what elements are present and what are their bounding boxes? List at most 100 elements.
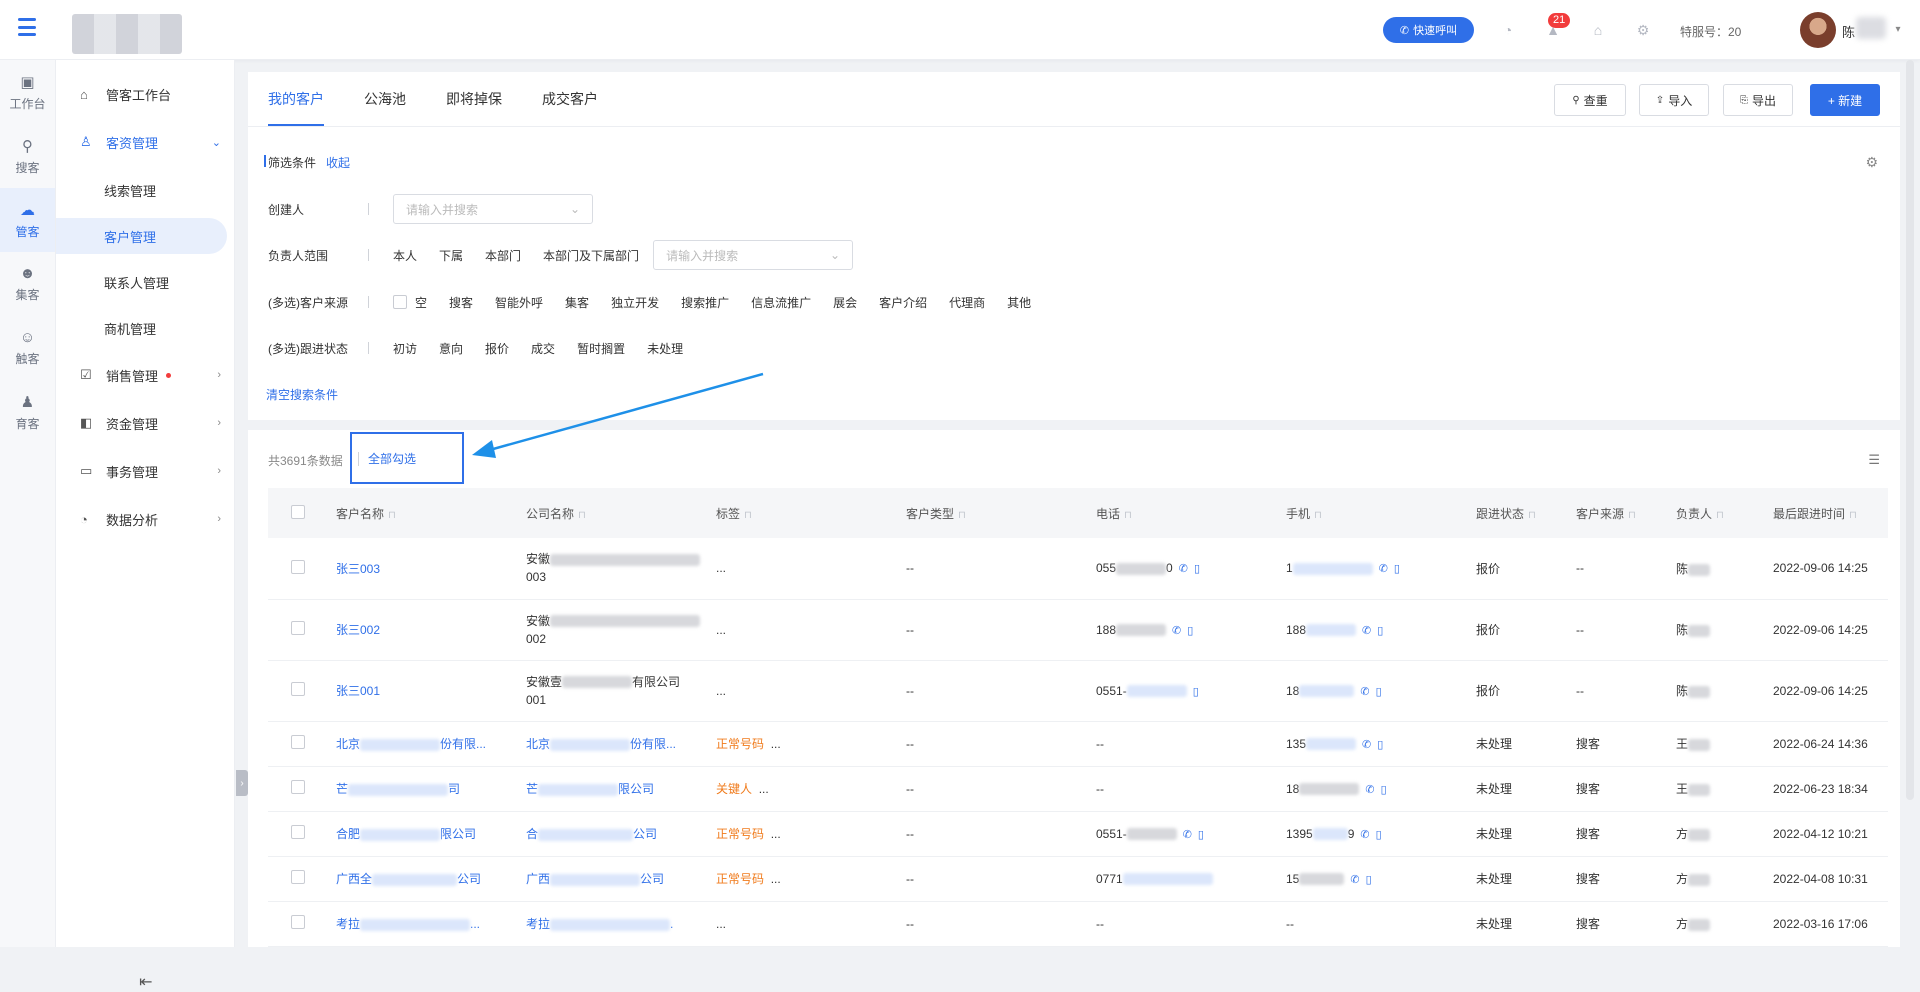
column-header[interactable]: 最后跟进时间 ⊓ bbox=[1765, 488, 1888, 538]
select-all-checkbox[interactable] bbox=[291, 504, 305, 519]
chevron-down-icon[interactable]: ▾ bbox=[1890, 22, 1906, 38]
source-option[interactable]: 代理商 bbox=[949, 294, 985, 311]
mobile-icon[interactable]: ▯ bbox=[1376, 686, 1382, 698]
owner-option[interactable]: 本人 bbox=[393, 247, 417, 264]
table-row[interactable]: 合肥 限公司 合公司 正常号码 ... -- 0551- ✆ ▯ 1395 9 ✆ ▯ 未处… bbox=[268, 811, 1888, 857]
gear-icon[interactable]: ⚙ bbox=[1865, 154, 1878, 171]
customer-name-link[interactable]: 张三001 bbox=[328, 660, 518, 722]
status-option[interactable]: 初访 bbox=[393, 340, 417, 357]
source-option[interactable]: 其他 bbox=[1007, 294, 1031, 311]
customer-name-link[interactable]: 张三003 bbox=[328, 538, 518, 600]
column-header[interactable]: 电话 ⊓ bbox=[1088, 488, 1278, 538]
vertical-scrollbar[interactable] bbox=[1906, 60, 1914, 800]
sidebar-item-leads[interactable]: 线索管理 bbox=[56, 172, 235, 208]
owner-select[interactable]: 请输入并搜索 ⌄ bbox=[653, 240, 854, 270]
source-option[interactable]: 搜索推广 bbox=[681, 294, 729, 311]
table-row[interactable]: 北京 份有限... 北京 份有限... 正常号码 ... -- -- 135 ✆ ▯ 未… bbox=[268, 721, 1888, 767]
mobile-icon[interactable]: ▯ bbox=[1194, 563, 1200, 575]
owner-option[interactable]: 本部门 bbox=[485, 247, 521, 264]
phone-icon[interactable]: ✆ bbox=[1360, 686, 1369, 698]
mobile-icon[interactable]: ▯ bbox=[1381, 784, 1387, 796]
column-header[interactable]: 标签 ⊓ bbox=[708, 488, 898, 538]
creator-select[interactable]: 请输入并搜索 ⌄ bbox=[393, 194, 593, 224]
phone-icon[interactable]: ✆ bbox=[1362, 739, 1371, 751]
user-name[interactable]: 陈 bbox=[1842, 22, 1855, 41]
phone-icon[interactable]: ✆ bbox=[1362, 625, 1371, 637]
hamburger-menu-icon[interactable] bbox=[18, 18, 36, 36]
rail-item-search-customer[interactable]: ⚲ 搜客 bbox=[0, 124, 55, 188]
mobile-icon[interactable]: ▯ bbox=[1377, 625, 1383, 637]
rail-item-manage-customer[interactable]: ☁ 管客 bbox=[0, 188, 55, 252]
customer-name-link[interactable]: 芒司 bbox=[328, 766, 518, 812]
status-option[interactable]: 意向 bbox=[439, 340, 463, 357]
export-button[interactable]: ⎘ 导出 bbox=[1723, 84, 1793, 116]
phone-icon[interactable]: ✆ bbox=[1183, 829, 1192, 841]
sidebar-toggle-handle[interactable]: › bbox=[236, 770, 248, 796]
rail-item-reach-customer[interactable]: ☺ 触客 bbox=[0, 316, 55, 380]
owner-option[interactable]: 下属 bbox=[439, 247, 463, 264]
row-checkbox[interactable] bbox=[291, 682, 305, 696]
source-option[interactable]: 智能外呼 bbox=[495, 294, 543, 311]
mobile-icon[interactable]: ▯ bbox=[1376, 829, 1382, 841]
rail-item-gather-customer[interactable]: ☻ 集客 bbox=[0, 252, 55, 316]
dedupe-button[interactable]: ⚲ 查重 bbox=[1554, 84, 1626, 116]
mobile-icon[interactable]: ▯ bbox=[1198, 829, 1204, 841]
sidebar-item-contacts[interactable]: 联系人管理 bbox=[56, 264, 235, 300]
company-name-link[interactable]: 考拉. bbox=[518, 901, 708, 947]
row-checkbox[interactable] bbox=[291, 870, 305, 884]
sidebar-item-customer-mgmt[interactable]: ♙ 客资管理 ⌄ bbox=[56, 124, 235, 160]
mobile-icon[interactable]: ▯ bbox=[1377, 739, 1383, 751]
table-row[interactable]: 芒司 芒限公司 关键人 ... -- -- 18 ✆ ▯ 未处理 搜客 王 2022… bbox=[268, 766, 1888, 812]
source-option[interactable]: 客户介绍 bbox=[879, 294, 927, 311]
collapse-link[interactable]: 收起 bbox=[326, 154, 350, 171]
home-icon[interactable]: ⌂ bbox=[1590, 22, 1606, 38]
create-button[interactable]: + 新建 bbox=[1810, 84, 1880, 116]
status-option[interactable]: 成交 bbox=[531, 340, 555, 357]
sidebar-item-customers[interactable]: 客户管理 bbox=[56, 218, 227, 254]
customer-name-link[interactable]: 张三002 bbox=[328, 599, 518, 661]
customer-name-link[interactable]: 合肥 限公司 bbox=[328, 811, 518, 857]
row-checkbox[interactable] bbox=[291, 735, 305, 749]
source-option[interactable]: 展会 bbox=[833, 294, 857, 311]
source-option[interactable]: 搜客 bbox=[449, 294, 473, 311]
phone-icon[interactable]: ✆ bbox=[1365, 784, 1374, 796]
headset-icon[interactable]: ◔ bbox=[1500, 22, 1516, 38]
sidebar-item-sales[interactable]: ☑ 销售管理 › bbox=[56, 357, 235, 393]
phone-icon[interactable]: ✆ bbox=[1172, 625, 1181, 637]
owner-option[interactable]: 本部门及下属部门 bbox=[543, 247, 639, 264]
mobile-icon[interactable]: ▯ bbox=[1366, 874, 1372, 886]
table-row[interactable]: 考拉... 考拉. ... -- -- -- 未处理 搜客 方 2022-03-… bbox=[268, 901, 1888, 947]
row-checkbox[interactable] bbox=[291, 780, 305, 794]
tab-my-customers[interactable]: 我的客户 bbox=[268, 72, 324, 126]
source-option[interactable]: 独立开发 bbox=[611, 294, 659, 311]
row-checkbox[interactable] bbox=[291, 559, 305, 574]
company-name-link[interactable]: 广西 公司 bbox=[518, 856, 708, 902]
phone-icon[interactable]: ✆ bbox=[1179, 563, 1188, 575]
customer-name-link[interactable]: 北京 份有限... bbox=[328, 721, 518, 767]
row-checkbox[interactable] bbox=[291, 621, 305, 635]
sidebar-item-analytics[interactable]: ◔ 数据分析 › bbox=[56, 501, 235, 537]
tab-closed-customers[interactable]: 成交客户 bbox=[542, 72, 598, 126]
column-header[interactable]: 手机 ⊓ bbox=[1278, 488, 1468, 538]
sidebar-item-opportunities[interactable]: 商机管理 bbox=[56, 310, 235, 346]
import-button[interactable]: ⇪ 导入 bbox=[1639, 84, 1709, 116]
sidebar-item-workbench[interactable]: ⌂ 管客工作台 bbox=[56, 76, 235, 112]
status-option[interactable]: 未处理 bbox=[647, 340, 683, 357]
rail-item-workbench[interactable]: ▣ 工作台 bbox=[0, 60, 55, 124]
status-option[interactable]: 报价 bbox=[485, 340, 509, 357]
rail-item-nurture-customer[interactable]: ♟ 育客 bbox=[0, 380, 55, 444]
column-header[interactable]: 跟进状态 ⊓ bbox=[1468, 488, 1568, 538]
source-option[interactable]: 信息流推广 bbox=[751, 294, 811, 311]
sidebar-item-affairs[interactable]: ▭ 事务管理 › bbox=[56, 453, 235, 489]
column-header[interactable]: 公司名称 ⊓ bbox=[518, 488, 708, 538]
tab-expiring[interactable]: 即将掉保 bbox=[446, 72, 502, 126]
column-settings-icon[interactable]: ☰ bbox=[1868, 452, 1880, 468]
sidebar-item-funds[interactable]: ◧ 资金管理 › bbox=[56, 405, 235, 441]
company-name-link[interactable]: 芒限公司 bbox=[518, 766, 708, 812]
column-header[interactable]: 客户类型 ⊓ bbox=[898, 488, 1088, 538]
company-name-link[interactable]: 北京 份有限... bbox=[518, 721, 708, 767]
gear-icon[interactable]: ⚙ bbox=[1635, 22, 1651, 38]
column-header[interactable]: 负责人 ⊓ bbox=[1668, 488, 1765, 538]
checkbox[interactable] bbox=[393, 295, 407, 309]
table-row[interactable]: 张三002 安徽 002 ... -- 188 ✆ ▯ 188 ✆ ▯ 报价 -- 陈 2… bbox=[268, 599, 1888, 661]
